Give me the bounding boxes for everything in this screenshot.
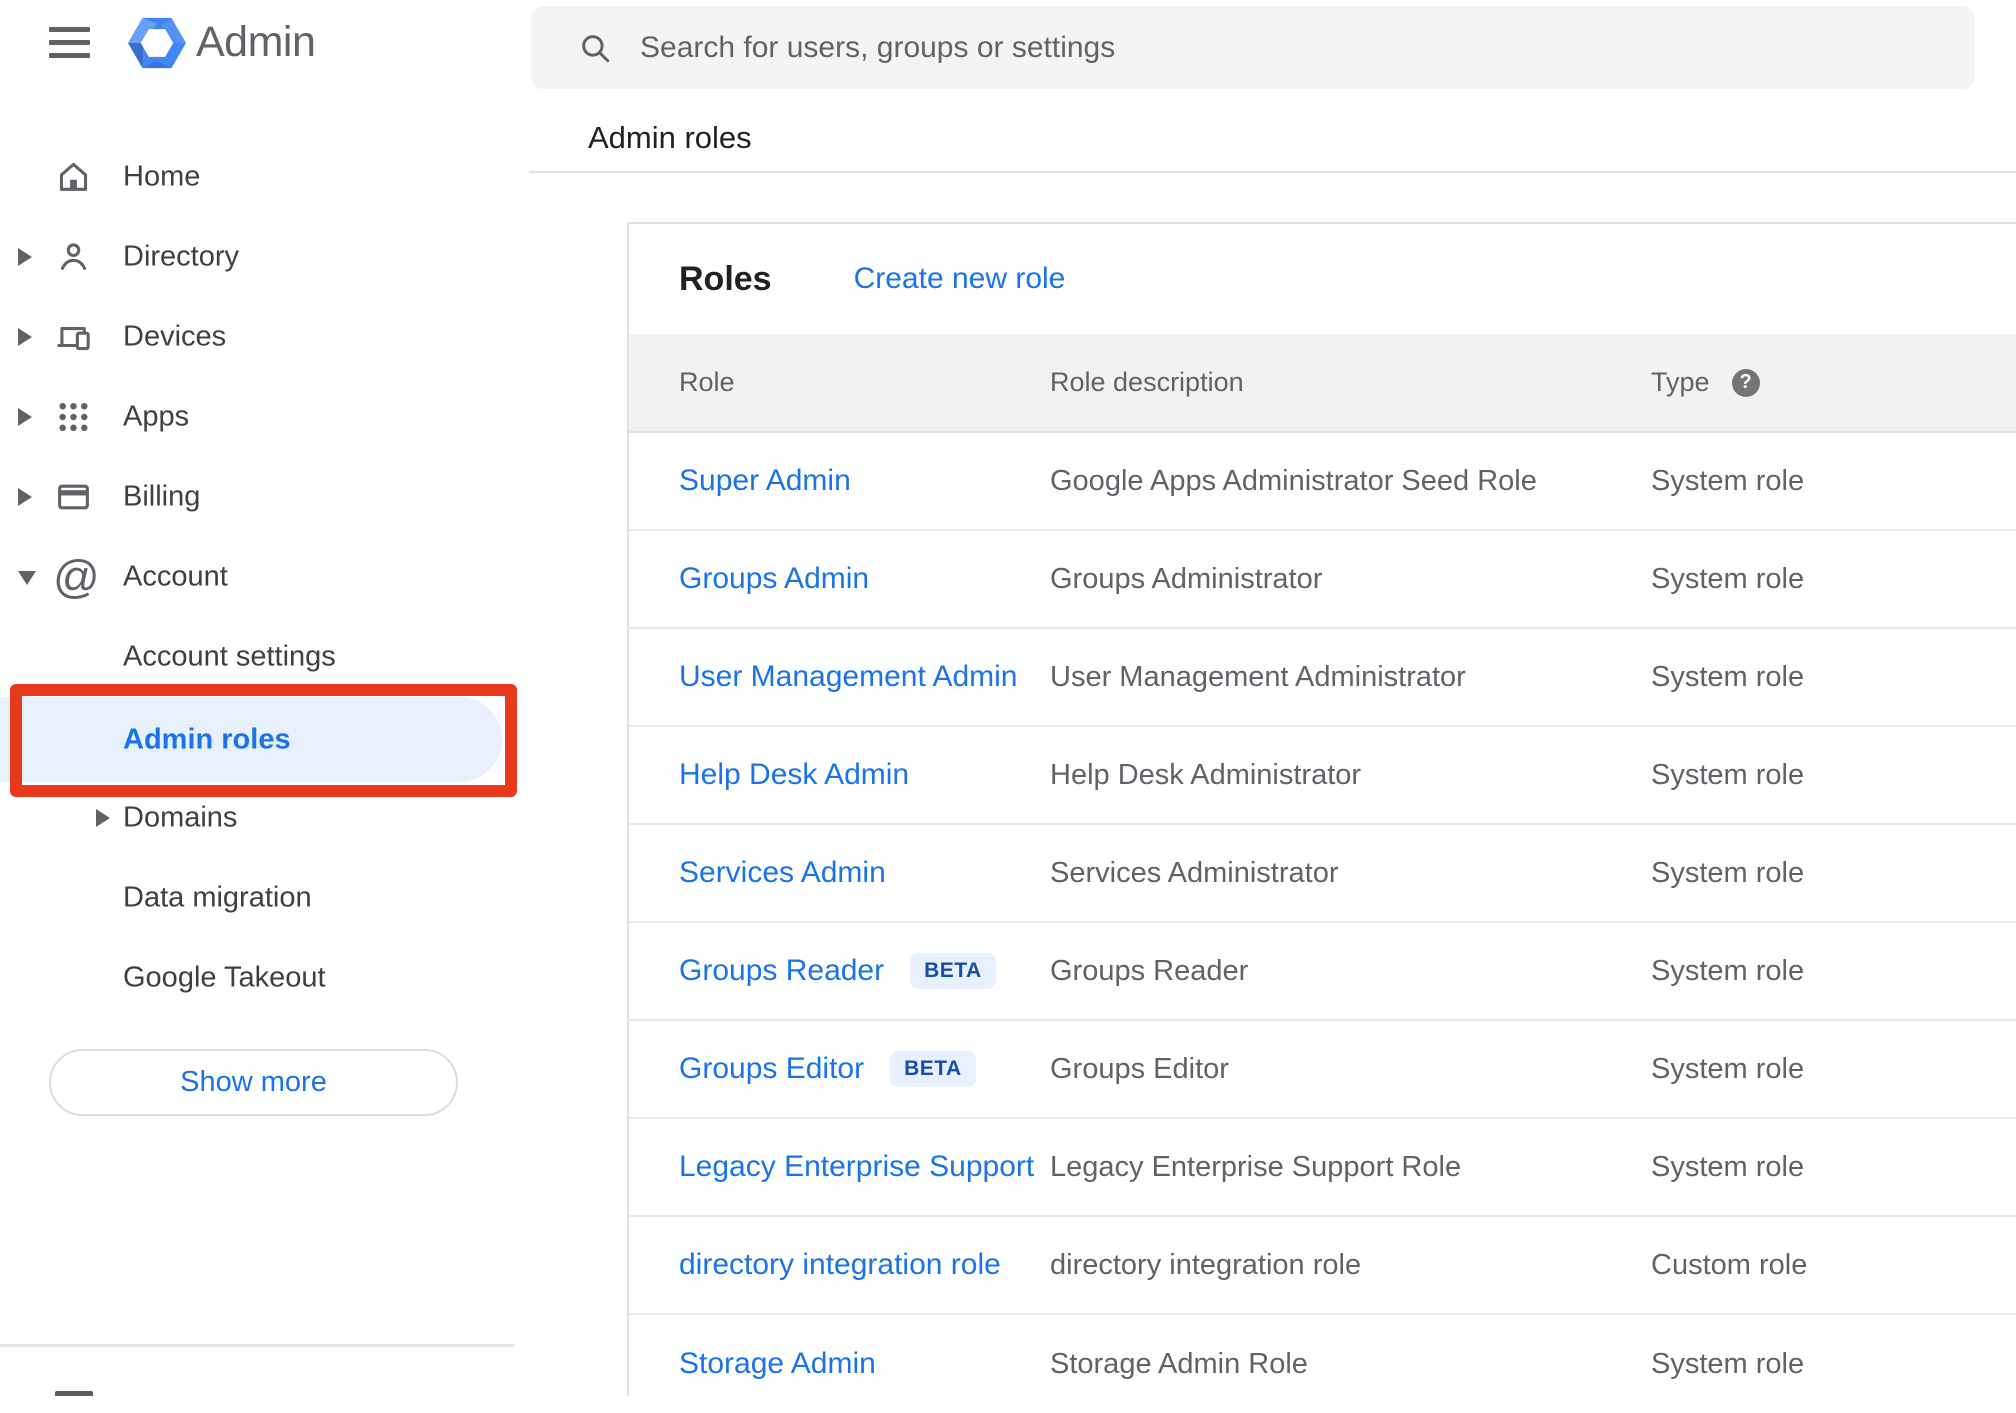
role-type: System role (1651, 660, 1805, 693)
role-link[interactable]: Help Desk Admin (679, 758, 909, 792)
show-more-button[interactable]: Show more (49, 1049, 458, 1116)
breadcrumb-divider (529, 171, 2016, 173)
table-row: User Management Admin User Management Ad… (629, 629, 2016, 727)
table-row: Help Desk Admin Help Desk Administrator … (629, 727, 2016, 825)
role-link[interactable]: Super Admin (679, 464, 851, 498)
expand-caret-icon[interactable] (18, 328, 32, 346)
at-sign-icon: @ (53, 550, 100, 603)
sidebar-item-domains[interactable]: Domains (0, 778, 514, 858)
sidebar-item-label: Directory (123, 240, 240, 273)
logo-text: Admin (196, 18, 316, 66)
role-type: System role (1651, 1052, 1805, 1085)
table-row: Legacy Enterprise Support Legacy Enterpr… (629, 1119, 2016, 1217)
role-description: Services Administrator (1050, 856, 1339, 889)
role-type: System role (1651, 954, 1805, 987)
expand-caret-icon[interactable] (96, 809, 110, 827)
apps-grid-icon (59, 402, 88, 432)
credit-card-icon (58, 484, 89, 510)
role-type: System role (1651, 758, 1805, 791)
expand-caret-icon[interactable] (18, 248, 32, 266)
hamburger-menu-icon[interactable] (49, 27, 90, 58)
sidebar-item-devices[interactable]: Devices (0, 297, 514, 377)
sidebar-item-google-takeout[interactable]: Google Takeout (0, 938, 514, 1018)
role-link[interactable]: Groups Admin (679, 562, 869, 596)
column-header-description: Role description (1050, 367, 1244, 397)
roles-card: Roles Create new role Role Role descript… (627, 222, 2016, 1396)
sidebar-item-label: Admin roles (123, 723, 291, 755)
home-icon (59, 162, 88, 191)
card-header: Roles Create new role (629, 224, 2016, 334)
table-row: Super Admin Google Apps Administrator Se… (629, 433, 2016, 531)
role-link[interactable]: Groups Editor (679, 1052, 864, 1086)
role-link[interactable]: Services Admin (679, 856, 886, 890)
sidebar-item-label: Billing (123, 480, 201, 513)
search-input[interactable] (640, 30, 1975, 65)
google-admin-logo-icon (128, 17, 186, 69)
beta-badge: BETA (890, 1051, 976, 1087)
sidebar-item-label: Devices (123, 320, 227, 353)
help-icon[interactable]: ? (1731, 368, 1760, 397)
role-link[interactable]: Groups Reader (679, 954, 884, 988)
sidebar-item-account-settings[interactable]: Account settings (0, 617, 514, 697)
person-icon (60, 243, 87, 270)
expand-caret-icon[interactable] (18, 488, 32, 506)
sidebar-item-account[interactable]: @ Account (0, 537, 514, 617)
sidebar-item-label: Account (123, 560, 228, 593)
table-row: Groups Admin Groups Administrator System… (629, 531, 2016, 629)
beta-badge: BETA (910, 953, 996, 989)
sidebar-item-label: Account settings (123, 640, 336, 673)
sidebar-item-data-migration[interactable]: Data migration (0, 858, 514, 938)
search-icon (582, 34, 610, 62)
role-description: Groups Administrator (1050, 562, 1323, 595)
role-type: Custom role (1651, 1248, 1808, 1281)
expand-caret-icon[interactable] (18, 408, 32, 426)
role-link[interactable]: directory integration role (679, 1248, 1001, 1282)
collapse-caret-icon[interactable] (18, 571, 36, 585)
sidebar-item-billing[interactable]: Billing (0, 457, 514, 537)
sidebar-item-home[interactable]: Home (0, 137, 514, 217)
create-new-role-link[interactable]: Create new role (854, 262, 1066, 296)
sidebar-item-apps[interactable]: Apps (0, 377, 514, 457)
role-type: System role (1651, 856, 1805, 889)
search-bar[interactable] (531, 6, 1975, 89)
sidebar-item-label: Google Takeout (123, 961, 326, 994)
role-description: User Management Administrator (1050, 660, 1466, 693)
table-row: Storage Admin Storage Admin Role System … (629, 1315, 2016, 1413)
sidebar-item-label: Domains (123, 801, 238, 834)
sidebar-item-label: Apps (123, 400, 190, 433)
column-header-role: Role (679, 367, 735, 397)
role-link[interactable]: Storage Admin (679, 1347, 876, 1381)
sidebar-item-label: Home (123, 160, 201, 193)
role-description: Groups Reader (1050, 954, 1249, 987)
table-row: Groups Editor BETA Groups Editor System … (629, 1021, 2016, 1119)
role-type: System role (1651, 464, 1805, 497)
sidebar-item-directory[interactable]: Directory (0, 217, 514, 297)
support-icon (55, 1391, 93, 1396)
table-row: Groups Reader BETA Groups Reader System … (629, 923, 2016, 1021)
role-link[interactable]: User Management Admin (679, 660, 1018, 694)
sidebar-item-label: Data migration (123, 881, 312, 914)
role-type: System role (1651, 562, 1805, 595)
role-description: Google Apps Administrator Seed Role (1050, 464, 1537, 497)
role-description: directory integration role (1050, 1248, 1362, 1281)
column-header-type: Type (1651, 367, 1710, 397)
role-type: System role (1651, 1150, 1805, 1183)
devices-icon (57, 326, 90, 351)
role-link[interactable]: Legacy Enterprise Support (679, 1150, 1034, 1184)
role-description: Help Desk Administrator (1050, 758, 1362, 791)
role-description: Storage Admin Role (1050, 1347, 1308, 1380)
role-description: Groups Editor (1050, 1052, 1229, 1085)
breadcrumb: Admin roles (588, 120, 752, 155)
role-type: System role (1651, 1347, 1805, 1380)
table-row: Services Admin Services Administrator Sy… (629, 825, 2016, 923)
page-title: Roles (679, 259, 772, 298)
sidebar-divider (0, 1344, 514, 1347)
table-row: directory integration role directory int… (629, 1217, 2016, 1315)
sidebar-item-admin-roles[interactable]: Admin roles (0, 697, 502, 782)
role-description: Legacy Enterprise Support Role (1050, 1150, 1462, 1183)
table-header-row: Role Role description Type ? (629, 334, 2016, 433)
